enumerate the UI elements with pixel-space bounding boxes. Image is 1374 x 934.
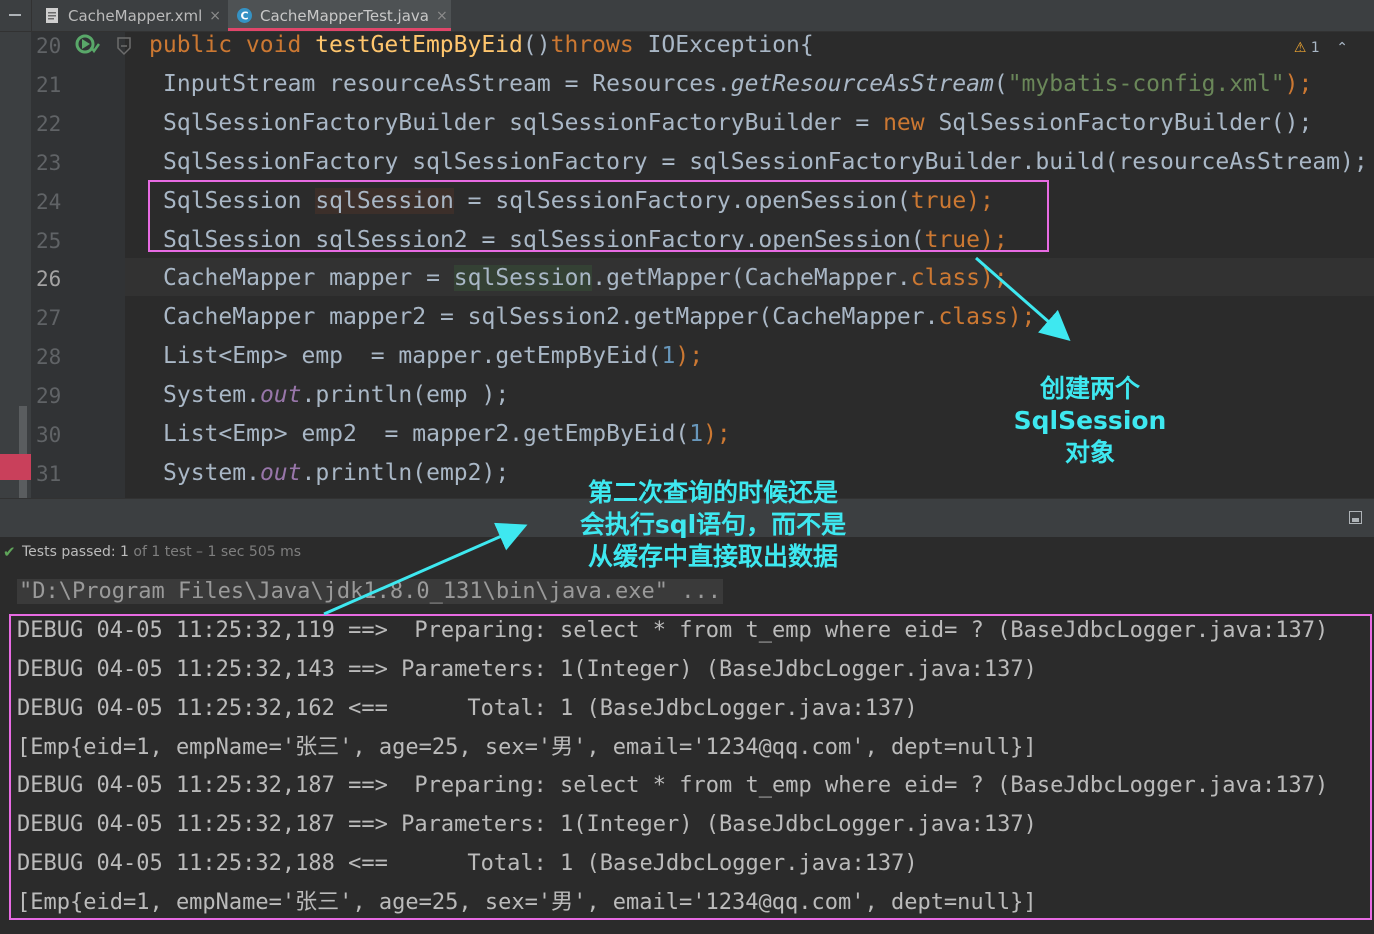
annotation-note-query: 第二次查询的时候还是 会执行sql语句，而不是 从缓存中直接取出数据 [579, 478, 847, 571]
arrow-to-console [323, 522, 528, 616]
arrow-to-note [975, 256, 1071, 341]
annotation-note-sessions: 创建两个 SqlSession 对象 [1013, 374, 1167, 467]
